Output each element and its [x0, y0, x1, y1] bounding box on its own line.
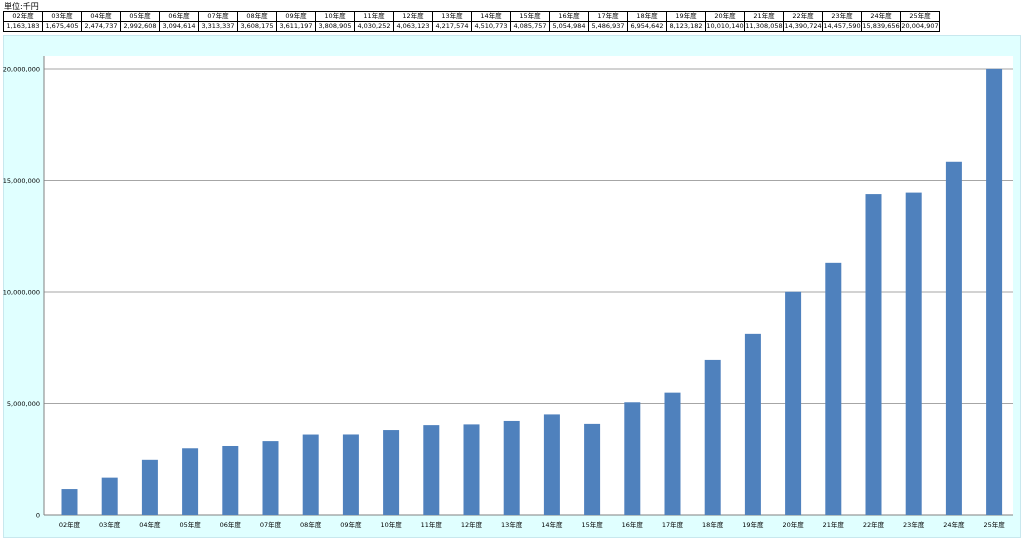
bar: [584, 423, 601, 515]
x-tick-label: 23年度: [903, 520, 925, 529]
x-tick-label: 13年度: [501, 520, 523, 529]
bar: [262, 441, 279, 515]
x-tick-label: 02年度: [59, 520, 81, 529]
bar: [825, 262, 842, 515]
bar: [865, 194, 882, 515]
bar: [704, 359, 721, 515]
x-tick-label: 18年度: [702, 520, 724, 529]
bar: [101, 477, 118, 515]
bar: [342, 434, 359, 515]
bar: [222, 445, 239, 515]
x-tick-label: 12年度: [461, 520, 483, 529]
bar: [463, 424, 480, 515]
bar: [302, 434, 319, 515]
bar-chart: 0 5,000,000 10,000,000 15,000,000 20,000,000…: [3, 56, 1013, 529]
bar: [905, 192, 922, 515]
bar: [61, 489, 78, 515]
x-tick-label: 16年度: [622, 520, 644, 529]
bar: [503, 420, 520, 515]
y-tick-label: 5,000,000: [7, 400, 40, 408]
x-tick-label: 04年度: [139, 520, 161, 529]
x-tick-label: 03年度: [99, 520, 121, 529]
bar: [383, 430, 400, 515]
x-tick-label: 15年度: [581, 520, 603, 529]
bar: [543, 414, 560, 515]
x-tick-label: 06年度: [220, 520, 242, 529]
bar: [986, 68, 1003, 516]
bar: [664, 392, 681, 515]
bar: [945, 161, 962, 515]
x-tick-label: 24年度: [943, 520, 965, 529]
x-tick-label: 08年度: [300, 520, 322, 529]
x-tick-label: 11年度: [421, 520, 443, 529]
x-tick-label: 09年度: [340, 520, 362, 529]
x-tick-label: 10年度: [380, 520, 402, 529]
y-tick-label: 20,000,000: [3, 66, 40, 74]
bar: [141, 459, 158, 515]
x-tick-label: 14年度: [541, 520, 563, 529]
x-tick-label: 20年度: [782, 520, 804, 529]
bar: [182, 448, 199, 515]
x-tick-label: 05年度: [179, 520, 201, 529]
bar: [785, 291, 802, 515]
x-tick-label: 21年度: [823, 520, 845, 529]
bar: [744, 333, 761, 515]
y-tick-label: 0: [36, 512, 40, 520]
x-tick-label: 07年度: [260, 520, 282, 529]
y-tick-label: 10,000,000: [3, 289, 40, 297]
bar: [624, 402, 641, 515]
x-tick-label: 25年度: [983, 520, 1005, 529]
x-tick-label: 22年度: [863, 520, 885, 529]
x-tick-label: 17年度: [662, 520, 684, 529]
y-tick-label: 15,000,000: [3, 177, 40, 185]
bar: [423, 425, 440, 515]
x-tick-label: 19年度: [742, 520, 764, 529]
